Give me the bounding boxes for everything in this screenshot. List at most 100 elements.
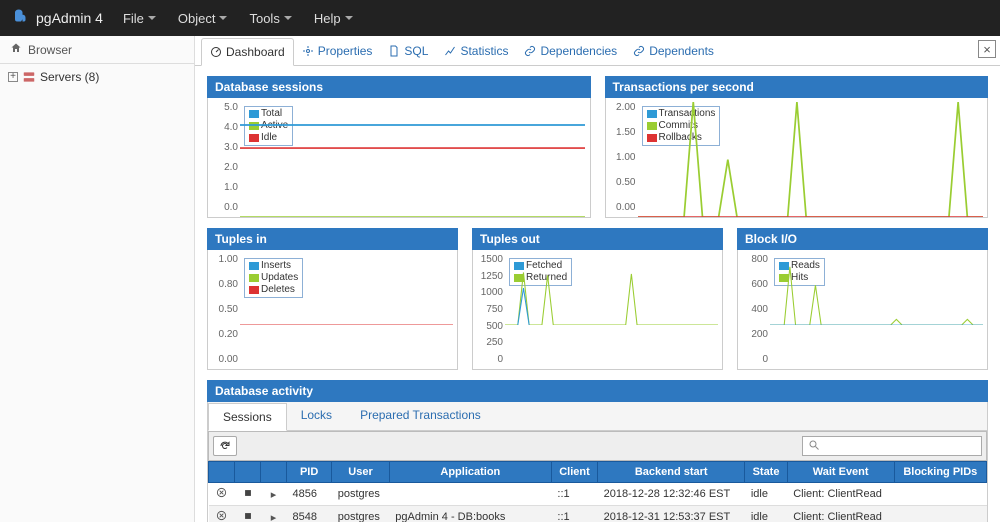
chevron-down-icon bbox=[148, 16, 156, 20]
tab-properties[interactable]: Properties bbox=[294, 38, 381, 64]
cell-state: idle bbox=[745, 483, 787, 506]
cell-application: pgAdmin 4 - DB:books bbox=[389, 506, 551, 522]
cell-client: ::1 bbox=[551, 506, 597, 522]
col-user[interactable]: User bbox=[332, 462, 390, 483]
y-axis: 8006004002000 bbox=[740, 254, 768, 365]
col-cancel bbox=[209, 462, 235, 483]
cell-client: ::1 bbox=[551, 483, 597, 506]
file-icon bbox=[388, 45, 400, 57]
cell-blocking-pids bbox=[894, 506, 986, 522]
link-icon bbox=[633, 45, 645, 57]
caret-right-icon[interactable]: ▸ bbox=[267, 488, 281, 501]
content-area: × Dashboard Properties SQL Statistics De… bbox=[195, 36, 1000, 522]
tab-dependencies[interactable]: Dependencies bbox=[516, 38, 625, 64]
table-row[interactable]: ▸ 8548postgrespgAdmin 4 - DB:books::12018… bbox=[209, 506, 987, 522]
tree-node-label: Servers (8) bbox=[40, 70, 99, 84]
activity-table: PID User Application Client Backend star… bbox=[208, 461, 987, 522]
panel-header: Database sessions bbox=[207, 76, 591, 98]
subtab-prepared[interactable]: Prepared Transactions bbox=[346, 402, 495, 430]
nav-menu: File Object Tools Help bbox=[123, 11, 353, 26]
cancel-icon[interactable] bbox=[215, 510, 229, 522]
cell-user: postgres bbox=[332, 483, 390, 506]
cell-pid: 8548 bbox=[287, 506, 332, 522]
menu-object[interactable]: Object bbox=[178, 11, 228, 26]
table-row[interactable]: ▸ 4856postgres::12018-12-28 12:32:46 ESTi… bbox=[209, 483, 987, 506]
subtab-sessions[interactable]: Sessions bbox=[208, 403, 287, 431]
panel-tuples-out: Tuples out 1500125010007505002500 Fetche… bbox=[472, 228, 723, 370]
stop-icon[interactable] bbox=[241, 511, 255, 522]
col-terminate bbox=[235, 462, 261, 483]
panel-database-sessions: Database sessions 5.04.03.02.01.00.0 Tot… bbox=[207, 76, 591, 218]
cell-backend-start: 2018-12-28 12:32:46 EST bbox=[598, 483, 745, 506]
gear-icon bbox=[302, 45, 314, 57]
col-pid[interactable]: PID bbox=[287, 462, 332, 483]
dashboard-icon bbox=[210, 46, 222, 58]
y-axis: 5.04.03.02.01.00.0 bbox=[210, 102, 238, 213]
menu-file[interactable]: File bbox=[123, 11, 156, 26]
cell-wait-event: Client: ClientRead bbox=[787, 506, 894, 522]
browser-panel: Browser + Servers (8) bbox=[0, 36, 195, 522]
refresh-icon bbox=[219, 440, 231, 452]
browser-title: Browser bbox=[28, 43, 72, 57]
menu-help[interactable]: Help bbox=[314, 11, 353, 26]
panel-header: Database activity bbox=[207, 380, 988, 402]
col-wait-event[interactable]: Wait Event bbox=[787, 462, 894, 483]
tps-chart bbox=[638, 102, 983, 217]
cancel-icon[interactable] bbox=[215, 487, 229, 501]
search-icon bbox=[808, 439, 820, 454]
search-input[interactable] bbox=[802, 436, 982, 456]
content-tabs: Dashboard Properties SQL Statistics Depe… bbox=[195, 36, 1000, 66]
close-button[interactable]: × bbox=[978, 40, 996, 58]
chevron-down-icon bbox=[219, 16, 227, 20]
cell-backend-start: 2018-12-31 12:53:37 EST bbox=[598, 506, 745, 522]
browser-header: Browser bbox=[0, 36, 194, 64]
tab-sql[interactable]: SQL bbox=[380, 38, 436, 64]
stop-icon[interactable] bbox=[241, 488, 255, 501]
tab-statistics[interactable]: Statistics bbox=[436, 38, 516, 64]
y-axis: 1500125010007505002500 bbox=[475, 254, 503, 365]
brand: pgAdmin 4 bbox=[12, 8, 103, 29]
col-backend-start[interactable]: Backend start bbox=[598, 462, 745, 483]
activity-toolbar bbox=[208, 431, 987, 461]
elephant-icon bbox=[12, 8, 30, 29]
tab-dashboard[interactable]: Dashboard bbox=[201, 38, 294, 66]
brand-title: pgAdmin 4 bbox=[36, 10, 103, 26]
tree-node-servers[interactable]: + Servers (8) bbox=[8, 68, 186, 86]
block-io-chart bbox=[770, 254, 983, 325]
panel-database-activity: Database activity Sessions Locks Prepare… bbox=[207, 380, 988, 522]
caret-right-icon[interactable]: ▸ bbox=[267, 511, 281, 522]
sessions-chart bbox=[240, 102, 585, 217]
col-state[interactable]: State bbox=[745, 462, 787, 483]
y-axis: 2.001.501.000.500.00 bbox=[608, 102, 636, 213]
panel-header: Tuples out bbox=[472, 228, 723, 250]
panel-block-io: Block I/O 8006004002000 Reads Hits bbox=[737, 228, 988, 370]
tuples-in-chart bbox=[240, 254, 453, 325]
col-application[interactable]: Application bbox=[389, 462, 551, 483]
object-tree: + Servers (8) bbox=[0, 64, 194, 90]
expand-icon[interactable]: + bbox=[8, 72, 18, 82]
panel-tuples-in: Tuples in 1.000.800.500.200.00 Inserts U… bbox=[207, 228, 458, 370]
panel-header: Block I/O bbox=[737, 228, 988, 250]
col-client[interactable]: Client bbox=[551, 462, 597, 483]
subtab-locks[interactable]: Locks bbox=[287, 402, 346, 430]
col-blocking-pids[interactable]: Blocking PIDs bbox=[894, 462, 986, 483]
panel-header: Transactions per second bbox=[605, 76, 989, 98]
chevron-down-icon bbox=[345, 16, 353, 20]
tuples-out-chart bbox=[505, 254, 718, 325]
tab-dependents[interactable]: Dependents bbox=[625, 38, 722, 64]
refresh-button[interactable] bbox=[213, 436, 237, 456]
activity-subtabs: Sessions Locks Prepared Transactions bbox=[208, 402, 987, 431]
servers-icon bbox=[22, 70, 36, 84]
panel-transactions: Transactions per second 2.001.501.000.50… bbox=[605, 76, 989, 218]
cell-wait-event: Client: ClientRead bbox=[787, 483, 894, 506]
chart-line-icon bbox=[444, 45, 456, 57]
col-expand bbox=[261, 462, 287, 483]
menu-tools[interactable]: Tools bbox=[249, 11, 291, 26]
chevron-down-icon bbox=[284, 16, 292, 20]
cell-pid: 4856 bbox=[287, 483, 332, 506]
cell-state: idle bbox=[745, 506, 787, 522]
cell-application bbox=[389, 483, 551, 506]
cell-user: postgres bbox=[332, 506, 390, 522]
top-navbar: pgAdmin 4 File Object Tools Help bbox=[0, 0, 1000, 36]
home-icon bbox=[10, 42, 22, 57]
